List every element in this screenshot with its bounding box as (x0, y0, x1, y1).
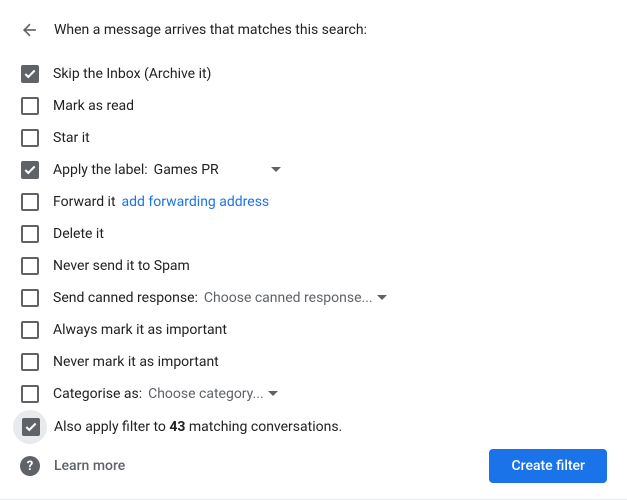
dropdown-canned-value: Choose canned response... (204, 290, 373, 306)
help-icon[interactable]: ? (20, 456, 40, 476)
checkbox-always-important[interactable] (21, 321, 39, 339)
option-categorise: Categorise as: Choose category... (20, 378, 607, 410)
label-star-it: Star it (53, 130, 90, 146)
label-never-spam: Never send it to Spam (53, 258, 190, 274)
label-canned-prefix: Send canned response: (53, 290, 198, 306)
label-never-important: Never mark it as important (53, 354, 219, 370)
checkbox-star-it[interactable] (21, 129, 39, 147)
option-skip-inbox: Skip the Inbox (Archive it) (20, 58, 607, 90)
dropdown-apply-label[interactable]: Games PR (154, 162, 281, 178)
checkbox-categorise[interactable] (21, 385, 39, 403)
label-skip-inbox: Skip the Inbox (Archive it) (53, 66, 211, 82)
chevron-down-icon (271, 165, 281, 175)
label-apply-label-prefix: Apply the label: (53, 162, 148, 178)
option-apply-label: Apply the label: Games PR (20, 154, 607, 186)
link-add-forwarding[interactable]: add forwarding address (122, 194, 270, 210)
label-mark-read: Mark as read (53, 98, 134, 114)
checkbox-mark-read[interactable] (21, 97, 39, 115)
checkbox-canned-response[interactable] (21, 289, 39, 307)
option-delete-it: Delete it (20, 218, 607, 250)
option-forward-it: Forward it add forwarding address (20, 186, 607, 218)
option-always-important: Always mark it as important (20, 314, 607, 346)
header-title: When a message arrives that matches this… (54, 22, 367, 38)
chevron-down-icon (268, 389, 278, 399)
option-mark-read: Mark as read (20, 90, 607, 122)
filter-header: When a message arrives that matches this… (20, 20, 607, 40)
dropdown-canned-response[interactable]: Choose canned response... (204, 290, 387, 306)
label-always-important: Always mark it as important (53, 322, 227, 338)
chevron-down-icon (377, 293, 387, 303)
checkbox-never-spam[interactable] (21, 257, 39, 275)
checkbox-skip-inbox[interactable] (21, 65, 39, 83)
filter-options: Skip the Inbox (Archive it) Mark as read… (20, 58, 607, 444)
checkbox-never-important[interactable] (21, 353, 39, 371)
checkbox-delete-it[interactable] (21, 225, 39, 243)
label-forward-it: Forward it (53, 194, 116, 210)
dropdown-apply-label-value: Games PR (154, 162, 219, 178)
option-star-it: Star it (20, 122, 607, 154)
checkbox-apply-label[interactable] (21, 161, 39, 179)
checkbox-forward-it[interactable] (21, 193, 39, 211)
dropdown-categorise[interactable]: Choose category... (148, 386, 278, 402)
label-delete-it: Delete it (53, 226, 104, 242)
dropdown-categorise-value: Choose category... (148, 386, 264, 402)
back-arrow-icon[interactable] (20, 20, 40, 40)
label-categorise-prefix: Categorise as: (53, 386, 142, 402)
footer: ? Learn more Create filter (0, 433, 627, 500)
option-never-spam: Never send it to Spam (20, 250, 607, 282)
create-filter-button[interactable]: Create filter (489, 449, 607, 483)
learn-more-link[interactable]: Learn more (54, 458, 125, 474)
option-never-important: Never mark it as important (20, 346, 607, 378)
option-canned-response: Send canned response: Choose canned resp… (20, 282, 607, 314)
